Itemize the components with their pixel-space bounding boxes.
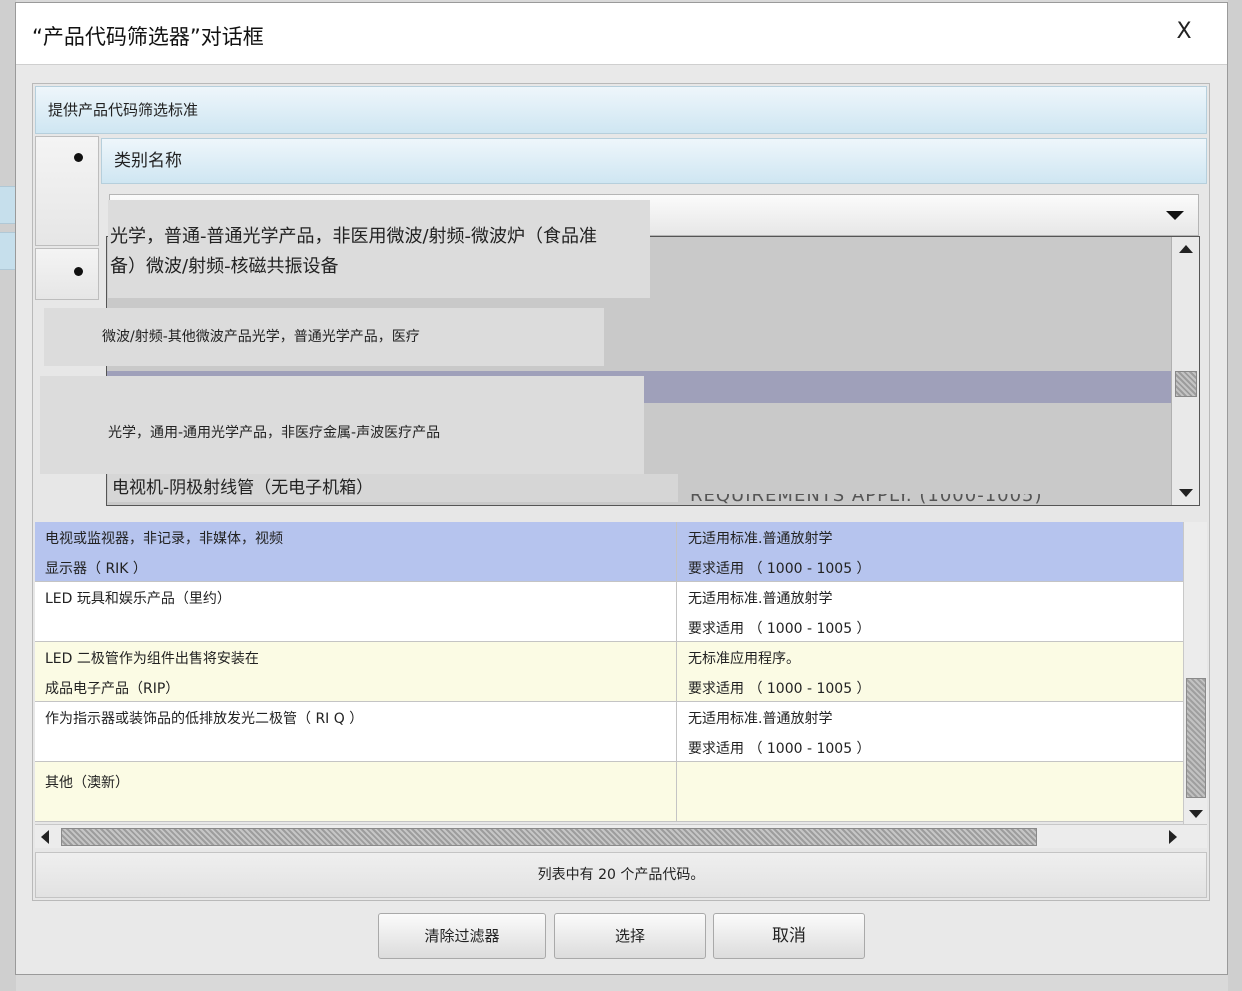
dropdown-option[interactable]: 电视机-阴极射线管（无电子机箱）	[108, 474, 678, 502]
dropdown-scroll-thumb[interactable]	[1175, 371, 1197, 397]
cell-text: 要求适用 （ 1000 - 1005 ）	[688, 561, 871, 577]
table-cell-name: LED 二极管作为组件出售将安装在 成品电子产品（RIP）	[35, 642, 677, 702]
radio-code-icon[interactable]	[74, 267, 83, 276]
cell-text: 无适用标准.普通放射学	[688, 591, 833, 607]
radio-category-cell[interactable]	[35, 136, 99, 246]
cell-text: LED 玩具和娱乐产品（里约）	[45, 591, 231, 607]
dropdown-option[interactable]: 微波/射频-其他微波产品光学，普通光学产品，医疗	[44, 308, 604, 366]
cell-text: 要求适用 （ 1000 - 1005 ）	[688, 741, 871, 757]
scroll-up-arrow-icon[interactable]	[1179, 245, 1193, 253]
close-button[interactable]: X	[1169, 17, 1199, 47]
horizontal-scroll-thumb[interactable]	[61, 828, 1037, 846]
cell-text: 显示器（ RIK ）	[45, 561, 147, 577]
table-vertical-scrollbar[interactable]	[1183, 522, 1207, 824]
table-cell-standard: 无适用标准.普通放射学 要求适用 （ 1000 - 1005 ）	[678, 702, 1183, 762]
filter-criteria-header: 提供产品代码筛选标准	[35, 86, 1207, 134]
table-cell-name: LED 玩具和娱乐产品（里约）	[35, 582, 677, 642]
cell-text: 成品电子产品（RIP）	[45, 681, 180, 697]
dropdown-option[interactable]: 光学，普通-普通光学产品，非医用微波/射频-微波炉（食品准 备）微波/射频-核磁…	[108, 200, 650, 298]
table-row[interactable]: 作为指示器或装饰品的低排放发光二极管（ RI Q ） 无适用标准.普通放射学 要…	[35, 702, 1183, 762]
cell-text: 无适用标准.普通放射学	[688, 531, 833, 547]
table-horizontal-scrollbar[interactable]	[35, 824, 1207, 848]
background-strip	[0, 232, 16, 270]
chevron-down-icon[interactable]	[1166, 211, 1184, 220]
cell-text: LED 二极管作为组件出售将安装在	[45, 651, 259, 667]
cell-text: 电视或监视器，非记录，非媒体，视频	[45, 531, 283, 547]
background-window-left	[0, 0, 16, 991]
category-name-label: 类别名称	[101, 138, 1207, 184]
radio-code-cell[interactable]	[35, 248, 99, 300]
table-cell-standard	[678, 762, 1183, 822]
table-cell-name: 电视或监视器，非记录，非媒体，视频 显示器（ RIK ）	[35, 522, 677, 582]
cell-text: 无适用标准.普通放射学	[688, 711, 833, 727]
option-text: 光学，普通-普通光学产品，非医用微波/射频-微波炉（食品准	[110, 226, 598, 247]
product-code-table: 电视或监视器，非记录，非媒体，视频 显示器（ RIK ） 无适用标准.普通放射学…	[35, 522, 1183, 822]
radio-category-selected-icon[interactable]	[74, 153, 83, 162]
scroll-left-arrow-icon[interactable]	[41, 830, 49, 844]
cell-text: 无标准应用程序。	[688, 651, 800, 667]
dialog-titlebar: “产品代码筛选器”对话框 X	[16, 3, 1227, 65]
status-count: 列表中有 20 个产品代码。	[35, 852, 1207, 898]
background-window-right	[1228, 0, 1242, 991]
cell-text: 作为指示器或装饰品的低排放发光二极管（ RI Q ）	[45, 711, 364, 727]
table-row[interactable]: LED 玩具和娱乐产品（里约） 无适用标准.普通放射学 要求适用 （ 1000 …	[35, 582, 1183, 642]
vertical-scroll-thumb[interactable]	[1186, 678, 1206, 798]
scroll-down-arrow-icon[interactable]	[1179, 489, 1193, 497]
dialog-title: “产品代码筛选器”对话框	[32, 25, 264, 49]
cell-text: 要求适用 （ 1000 - 1005 ）	[688, 621, 871, 637]
table-row[interactable]: LED 二极管作为组件出售将安装在 成品电子产品（RIP） 无标准应用程序。 要…	[35, 642, 1183, 702]
table-cell-standard: 无适用标准.普通放射学 要求适用 （ 1000 - 1005 ）	[678, 522, 1183, 582]
table-cell-standard: 无适用标准.普通放射学 要求适用 （ 1000 - 1005 ）	[678, 582, 1183, 642]
clear-filter-button[interactable]: 清除过滤器	[378, 913, 546, 959]
partial-header-text: REQUIREMENTS APPLY. (1000-1005)	[690, 494, 1043, 506]
scroll-right-arrow-icon[interactable]	[1169, 830, 1177, 844]
cell-text: 其他（澳新）	[45, 775, 129, 791]
cancel-button[interactable]: 取消	[713, 913, 865, 959]
scroll-down-arrow-icon[interactable]	[1189, 810, 1203, 818]
cell-text: 要求适用 （ 1000 - 1005 ）	[688, 681, 871, 697]
table-cell-standard: 无标准应用程序。 要求适用 （ 1000 - 1005 ）	[678, 642, 1183, 702]
dropdown-option[interactable]: 光学，通用-通用光学产品，非医疗金属-声波医疗产品	[40, 376, 644, 474]
dropdown-scrollbar[interactable]	[1171, 237, 1199, 505]
table-row[interactable]: 电视或监视器，非记录，非媒体，视频 显示器（ RIK ） 无适用标准.普通放射学…	[35, 522, 1183, 582]
option-text: 备）微波/射频-核磁共振设备	[110, 256, 339, 277]
select-button[interactable]: 选择	[554, 913, 706, 959]
background-strip	[0, 186, 16, 224]
table-row[interactable]: 其他（澳新）	[35, 762, 1183, 822]
table-cell-name: 其他（澳新）	[35, 762, 677, 822]
table-cell-name: 作为指示器或装饰品的低排放发光二极管（ RI Q ）	[35, 702, 677, 762]
